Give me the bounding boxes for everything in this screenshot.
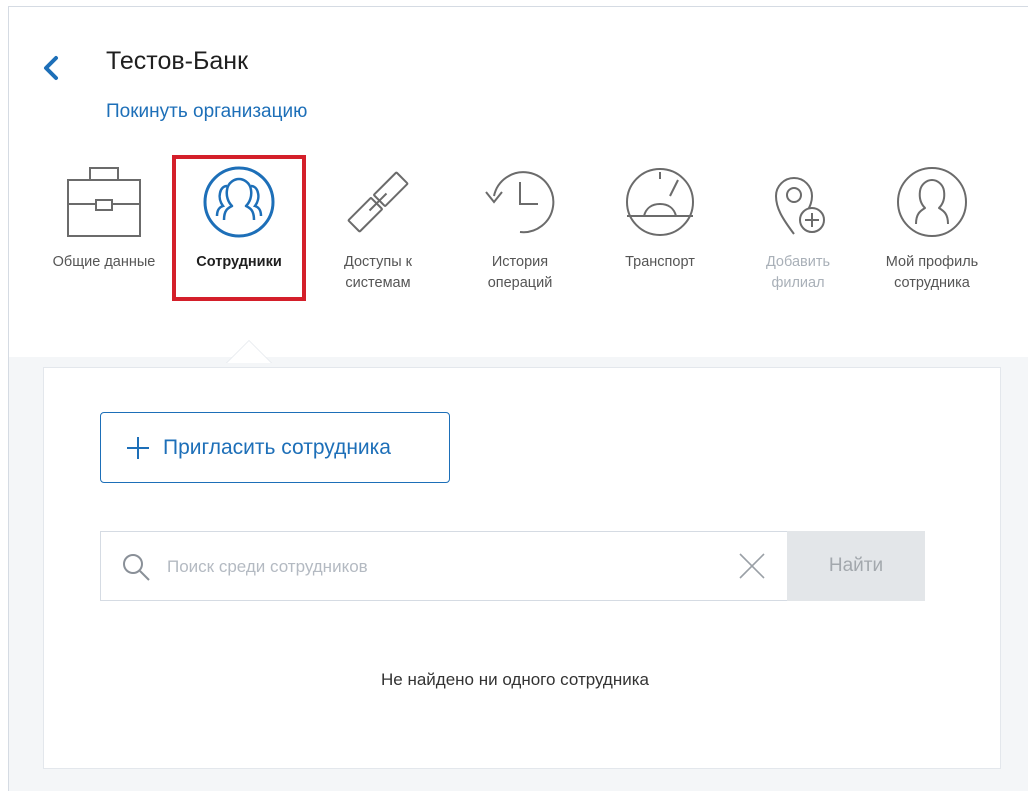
- tab-transport[interactable]: Транспорт: [600, 160, 720, 273]
- back-button[interactable]: [39, 53, 63, 83]
- invite-button-label: Пригласить сотрудника: [163, 435, 391, 459]
- link-icon: [347, 171, 409, 233]
- history-icon: [485, 171, 555, 234]
- tab-operations-history[interactable]: История операций: [460, 160, 580, 294]
- tab-label: Транспорт: [625, 254, 695, 270]
- tab-system-access[interactable]: Доступы к системам: [318, 160, 438, 294]
- find-button[interactable]: Найти: [787, 531, 925, 601]
- tab-label: Добавить филиал: [765, 254, 831, 291]
- search-icon: [123, 554, 150, 581]
- tab-add-branch[interactable]: Добавить филиал: [738, 160, 858, 294]
- page-title: Тестов-Банк: [106, 47, 249, 75]
- add-location-icon: [774, 177, 825, 235]
- leave-organization-link[interactable]: Покинуть организацию: [106, 101, 307, 123]
- search-input[interactable]: [165, 548, 729, 586]
- invite-employee-button[interactable]: Пригласить сотрудника: [100, 412, 450, 483]
- chevron-left-icon: [44, 56, 58, 80]
- speedometer-icon: [626, 168, 694, 236]
- briefcase-icon: [67, 167, 141, 237]
- tab-label: Мой профиль сотрудника: [885, 254, 979, 291]
- empty-state-message: Не найдено ни одного сотрудника: [380, 670, 649, 689]
- tab-label: Сотрудники: [196, 254, 282, 270]
- tab-general-data[interactable]: Общие данные: [36, 160, 172, 273]
- profile-icon: [897, 167, 967, 237]
- close-icon[interactable]: [737, 551, 767, 581]
- tab-label: Доступы к системам: [344, 254, 412, 291]
- panel-pointer: [227, 341, 271, 363]
- search-bar: Найти: [100, 531, 925, 601]
- tab-label: Общие данные: [52, 254, 156, 270]
- tab-employees[interactable]: Сотрудники: [178, 160, 300, 273]
- tab-my-profile[interactable]: Мой профиль сотрудника: [862, 160, 1002, 294]
- plus-icon: [127, 436, 149, 459]
- tab-label: История операций: [487, 254, 553, 291]
- employees-icon: [203, 166, 275, 238]
- header: Тестов-Банк Покинуть организацию: [9, 7, 1028, 157]
